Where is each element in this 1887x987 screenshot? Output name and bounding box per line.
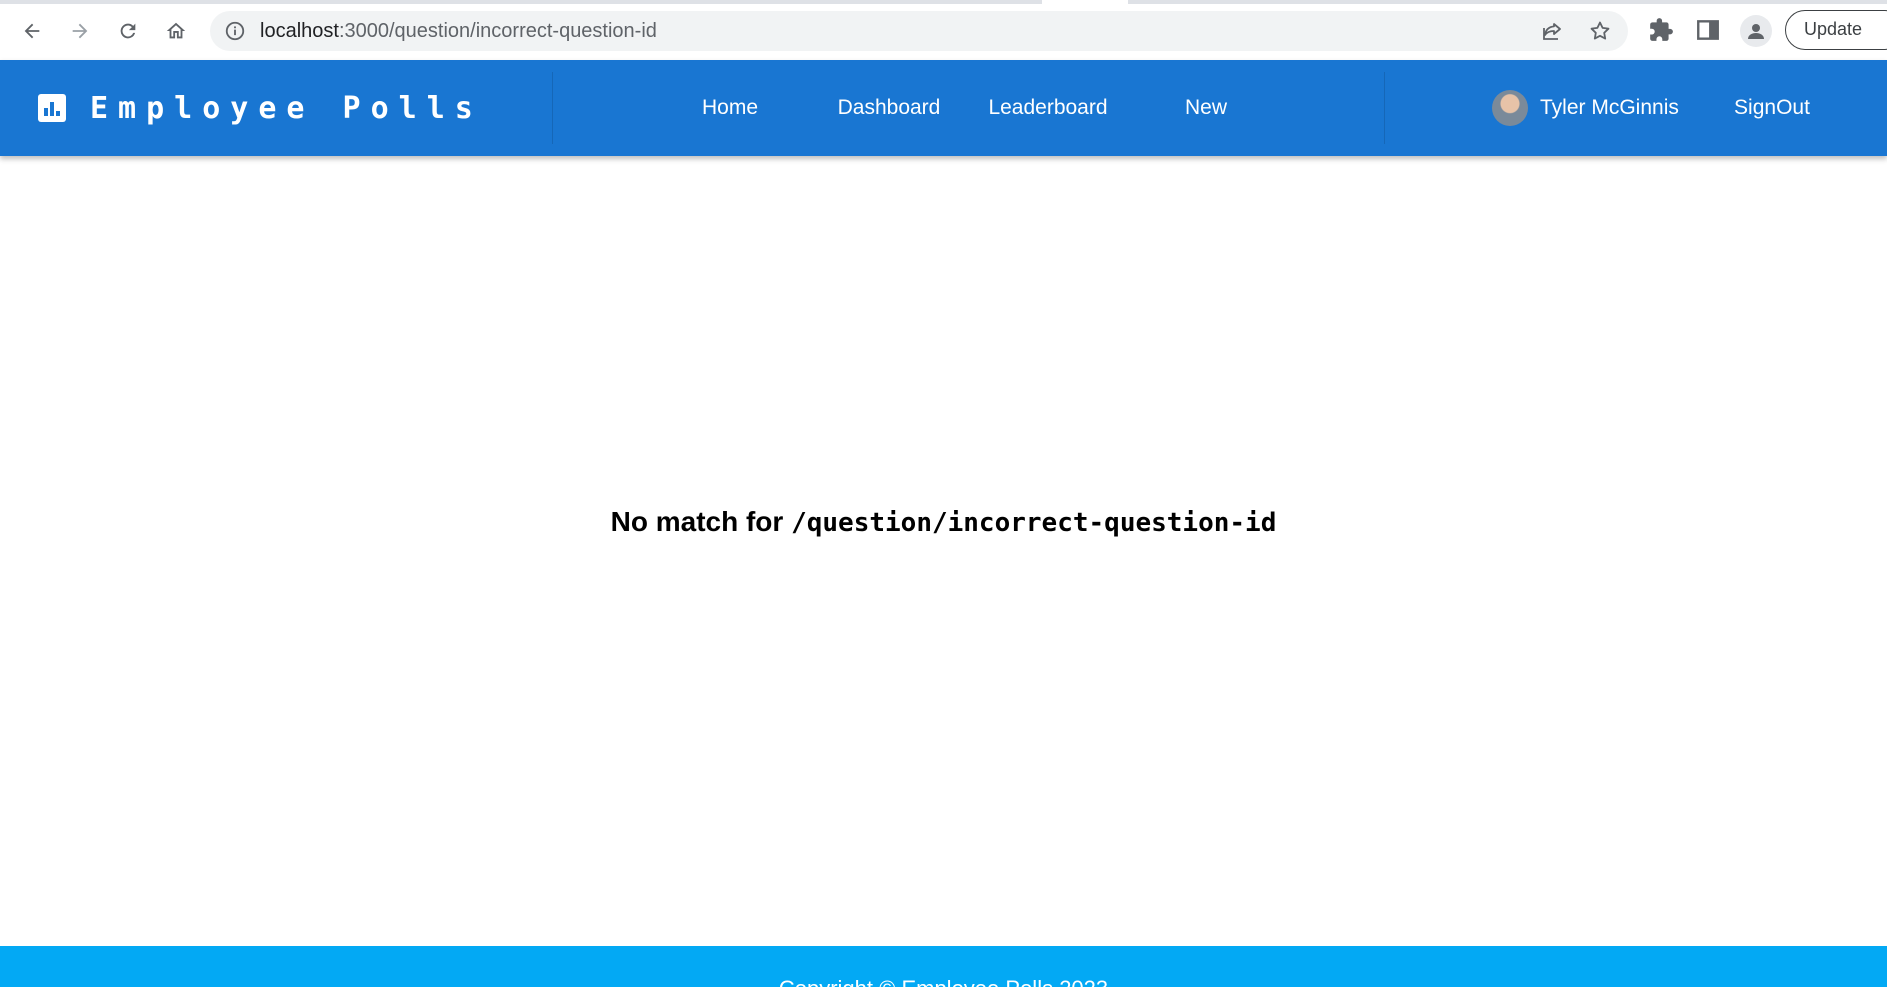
url-text[interactable]: localhost:3000/question/incorrect-questi… bbox=[260, 11, 657, 51]
no-match-path: /question/incorrect-question-id bbox=[791, 508, 1277, 538]
brand-title: Employee Polls bbox=[90, 90, 483, 126]
app-footer: Copyright © Employee Polls 2023 bbox=[0, 946, 1887, 987]
browser-toolbar: localhost:3000/question/incorrect-questi… bbox=[0, 0, 1887, 61]
bookmark-star-icon[interactable] bbox=[1588, 19, 1612, 43]
url-host: localhost bbox=[260, 20, 339, 42]
header-divider-left bbox=[552, 72, 553, 144]
header-divider-right bbox=[1384, 72, 1385, 144]
no-match-prefix: No match for bbox=[610, 506, 784, 537]
brand[interactable]: Employee Polls bbox=[38, 60, 483, 156]
nav-leaderboard[interactable]: Leaderboard bbox=[980, 60, 1116, 156]
update-button[interactable]: Update bbox=[1785, 10, 1887, 50]
share-icon[interactable] bbox=[1540, 19, 1564, 43]
nav-home[interactable]: Home bbox=[682, 60, 778, 156]
profile-button[interactable] bbox=[1740, 15, 1772, 47]
tab-strip bbox=[0, 0, 1887, 4]
app-header: Employee Polls Home Dashboard Leaderboar… bbox=[0, 60, 1887, 156]
arrow-left-icon bbox=[24, 23, 40, 39]
main-content: No match for /question/incorrect-questio… bbox=[0, 156, 1887, 946]
reload-button[interactable] bbox=[111, 14, 145, 48]
update-label: Update bbox=[1804, 19, 1863, 39]
poll-chart-icon bbox=[38, 94, 66, 122]
home-icon bbox=[166, 22, 186, 39]
nav-dashboard[interactable]: Dashboard bbox=[826, 60, 952, 156]
home-button[interactable] bbox=[159, 14, 193, 48]
user-name: Tyler McGinnis bbox=[1540, 96, 1679, 119]
address-bar[interactable]: localhost:3000/question/incorrect-questi… bbox=[210, 11, 1628, 51]
nav-new[interactable]: New bbox=[1162, 60, 1250, 156]
footer-copyright: Copyright © Employee Polls 2023 bbox=[0, 976, 1887, 987]
avatar bbox=[1492, 90, 1528, 126]
reload-icon bbox=[120, 23, 136, 39]
info-icon[interactable] bbox=[224, 20, 246, 42]
url-path: :3000/question/incorrect-question-id bbox=[338, 20, 657, 42]
no-match-message: No match for /question/incorrect-questio… bbox=[0, 506, 1887, 538]
forward-button[interactable] bbox=[63, 14, 97, 48]
back-button[interactable] bbox=[15, 14, 49, 48]
side-panel-icon[interactable] bbox=[1695, 17, 1721, 43]
person-icon bbox=[1748, 24, 1764, 39]
current-user: Tyler McGinnis bbox=[1492, 60, 1679, 156]
arrow-right-icon bbox=[72, 23, 88, 39]
active-tab-edge bbox=[1042, 0, 1128, 4]
signout-button[interactable]: SignOut bbox=[1716, 60, 1828, 156]
extensions-puzzle-icon[interactable] bbox=[1648, 17, 1674, 43]
